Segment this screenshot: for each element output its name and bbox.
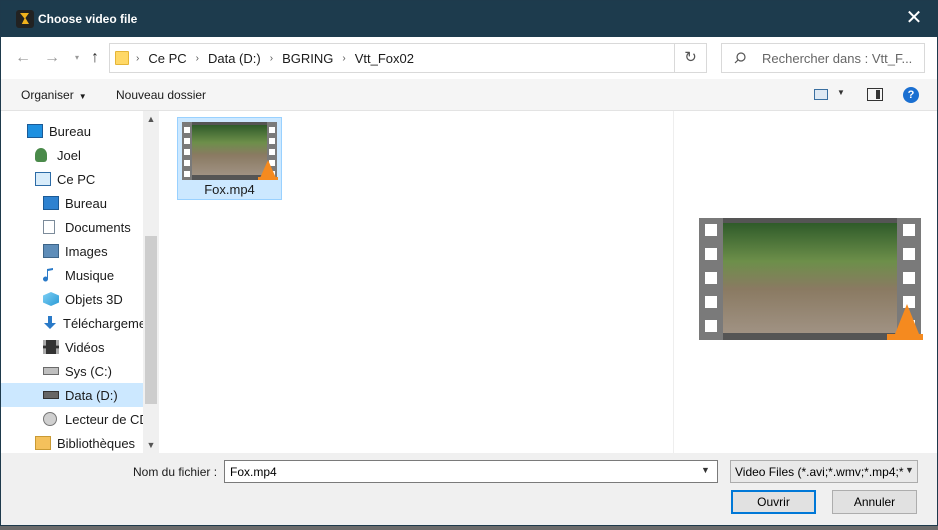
refresh-icon[interactable]: ↻	[675, 43, 707, 73]
filetype-select[interactable]: Video Files (*.avi;*.wmv;*.mp4;*	[730, 460, 918, 483]
folder-icon	[115, 51, 129, 65]
user-icon	[35, 148, 47, 162]
window-title: Choose video file	[38, 12, 138, 26]
nav-item-label: Bureau	[49, 123, 91, 139]
scrollbar-thumb[interactable]	[145, 236, 157, 404]
up-arrow-icon[interactable]: ↑	[85, 47, 105, 69]
cancel-button[interactable]: Annuler	[832, 490, 917, 514]
nav-item-label: Vidéos	[65, 339, 105, 355]
videos-icon	[43, 340, 59, 354]
chevron-down-icon[interactable]: ▼	[905, 465, 914, 475]
file-dialog: Choose video file ✕ ← → ▾ ↑ › Ce PC › Da…	[0, 0, 938, 526]
recent-locations-chevron-icon[interactable]: ▾	[67, 47, 87, 69]
breadcrumb-separator-icon: ›	[195, 52, 199, 64]
background-window-strip	[0, 526, 938, 530]
nav-item-label: Data (D:)	[65, 387, 118, 403]
nav-item-bureau[interactable]: Bureau	[27, 120, 91, 142]
new-folder-button[interactable]: Nouveau dossier	[116, 88, 206, 102]
nav-item-label: Téléchargeme	[63, 315, 147, 331]
nav-item-label: Bureau	[65, 195, 107, 211]
drive-icon	[43, 391, 59, 399]
nav-item-data-d[interactable]: Data (D:)	[1, 383, 143, 407]
navigation-pane: Bureau Joel Ce PC Bureau Documents Image…	[1, 111, 159, 453]
organize-label: Organiser	[21, 88, 74, 102]
music-icon	[43, 268, 55, 282]
preview-pane	[673, 111, 937, 453]
address-bar[interactable]: › Ce PC › Data (D:) › BGRING › Vtt_Fox02	[109, 43, 675, 73]
preview-pane-icon[interactable]	[867, 88, 883, 101]
help-icon[interactable]: ?	[903, 87, 919, 103]
chevron-down-icon[interactable]: ▼	[701, 465, 710, 475]
computer-icon	[35, 172, 51, 186]
nav-item-videos[interactable]: Vidéos	[43, 336, 105, 358]
filename-label: Nom du fichier :	[133, 465, 218, 479]
forward-arrow-icon[interactable]: →	[42, 47, 62, 69]
open-button[interactable]: Ouvrir	[731, 490, 816, 514]
nav-item-label: Sys (C:)	[65, 363, 112, 379]
search-box[interactable]: Rechercher dans : Vtt_F...	[721, 43, 925, 73]
3d-objects-icon	[43, 292, 59, 306]
search-icon	[734, 52, 746, 64]
documents-icon	[43, 220, 55, 234]
back-arrow-icon[interactable]: ←	[13, 47, 33, 69]
nav-item-musique[interactable]: Musique	[43, 264, 114, 286]
breadcrumb-separator-icon: ›	[342, 52, 346, 64]
nav-item-telechargements[interactable]: Téléchargeme	[43, 312, 146, 334]
app-logo-icon	[16, 10, 34, 28]
nav-item-label: Objets 3D	[65, 291, 123, 307]
nav-item-label: Joel	[57, 147, 81, 163]
view-mode-icon[interactable]	[814, 89, 828, 100]
organize-menu-button[interactable]: Organiser ▼	[21, 88, 87, 102]
breadcrumb-data-d[interactable]: Data (D:)	[208, 51, 261, 66]
nav-item-joel[interactable]: Joel	[35, 144, 81, 166]
title-bar: Choose video file ✕	[1, 1, 937, 37]
nav-item-label: Musique	[65, 267, 115, 283]
command-bar: Organiser ▼ Nouveau dossier ▼ ?	[1, 79, 937, 111]
file-name: Fox.mp4	[204, 182, 255, 197]
desktop-icon	[27, 124, 43, 138]
breadcrumb-vtt-fox02[interactable]: Vtt_Fox02	[355, 51, 414, 66]
nav-item-label: Images	[65, 243, 108, 259]
nav-item-bibliotheques[interactable]: Bibliothèques	[35, 432, 135, 453]
search-placeholder: Rechercher dans : Vtt_F...	[762, 51, 913, 66]
footer: Nom du fichier : Fox.mp4 ▼ Video Files (…	[1, 453, 937, 525]
filename-input[interactable]: Fox.mp4	[224, 460, 718, 483]
video-thumbnail-icon	[182, 122, 278, 180]
cd-drive-icon	[43, 412, 57, 426]
breadcrumb-separator-icon: ›	[136, 52, 140, 64]
breadcrumb-separator-icon: ›	[269, 52, 274, 64]
drive-icon	[43, 367, 59, 375]
nav-scrollbar[interactable]: ▲ ▼	[143, 111, 159, 453]
nav-item-label: Lecteur de CD	[65, 411, 149, 427]
chevron-down-icon: ▼	[78, 92, 87, 101]
chevron-down-icon[interactable]: ▼	[837, 88, 845, 97]
close-icon[interactable]: ✕	[891, 1, 937, 37]
chevron-up-icon[interactable]: ▲	[143, 111, 159, 127]
video-preview-icon	[699, 218, 923, 340]
chevron-down-icon[interactable]: ▼	[143, 437, 159, 453]
pictures-icon	[43, 244, 59, 258]
nav-item-ce-pc[interactable]: Ce PC	[35, 168, 95, 190]
nav-item-bureau-pc[interactable]: Bureau	[43, 192, 107, 214]
breadcrumb-ce-pc[interactable]: Ce PC	[148, 51, 186, 66]
nav-item-sys-c[interactable]: Sys (C:)	[43, 360, 112, 382]
nav-item-documents[interactable]: Documents	[43, 216, 131, 238]
downloads-icon	[43, 316, 57, 330]
breadcrumb: › Ce PC › Data (D:) › BGRING › Vtt_Fox02	[134, 44, 414, 72]
nav-item-objets-3d[interactable]: Objets 3D	[43, 288, 123, 310]
nav-item-images[interactable]: Images	[43, 240, 108, 262]
file-item-fox-mp4[interactable]: Fox.mp4	[177, 117, 282, 200]
nav-item-label: Ce PC	[57, 171, 96, 187]
nav-item-label: Bibliothèques	[57, 435, 136, 451]
libraries-icon	[35, 436, 51, 450]
file-list: Fox.mp4	[159, 111, 673, 453]
nav-item-label: Documents	[65, 219, 131, 235]
address-row: ← → ▾ ↑ › Ce PC › Data (D:) › BGRING › V…	[1, 37, 937, 79]
desktop-icon	[43, 196, 59, 210]
nav-item-lecteur-cd[interactable]: Lecteur de CD	[43, 408, 149, 430]
breadcrumb-bgring[interactable]: BGRING	[282, 51, 333, 66]
